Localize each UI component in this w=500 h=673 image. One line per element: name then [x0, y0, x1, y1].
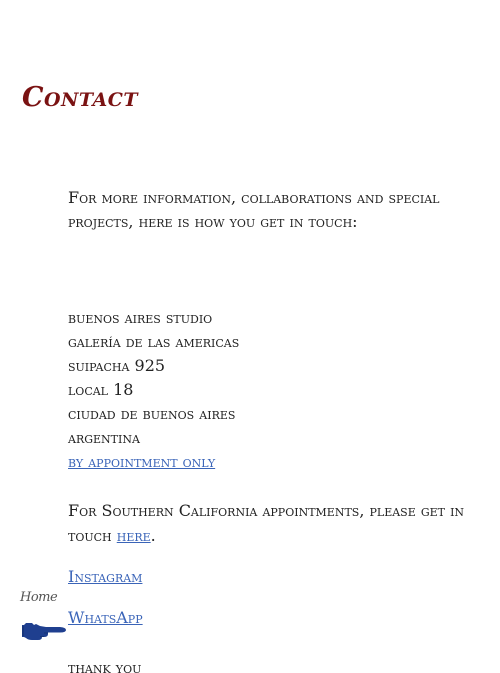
socal-here-link[interactable]: here: [117, 526, 151, 545]
appointment-link[interactable]: by appointment only: [68, 450, 478, 474]
address-line: buenos aires studio: [68, 308, 213, 327]
address-line: argentina: [68, 428, 140, 447]
home-button[interactable]: Home: [20, 590, 70, 650]
address-block: buenos aires studio galería de las ameri…: [68, 306, 478, 474]
address-line: local 18: [68, 380, 134, 399]
closing-text: thank you: [68, 658, 142, 673]
address-line: ciudad de buenos aires: [68, 404, 236, 423]
address-line: galería de las americas: [68, 332, 240, 351]
home-label: Home: [20, 590, 58, 605]
socal-text-after: .: [150, 526, 156, 545]
intro-text: For more information, collaborations and…: [68, 188, 440, 231]
page-title: Contact: [22, 82, 139, 113]
address-line: suipacha 925: [68, 356, 166, 375]
instagram-link[interactable]: Instagram: [68, 565, 478, 589]
socal-text: For Southern California appointments, pl…: [68, 498, 478, 548]
contact-content: For more information, collaborations and…: [68, 186, 478, 673]
pointing-hand-icon: [20, 620, 68, 648]
whatsapp-link[interactable]: WhatsApp: [68, 606, 478, 630]
